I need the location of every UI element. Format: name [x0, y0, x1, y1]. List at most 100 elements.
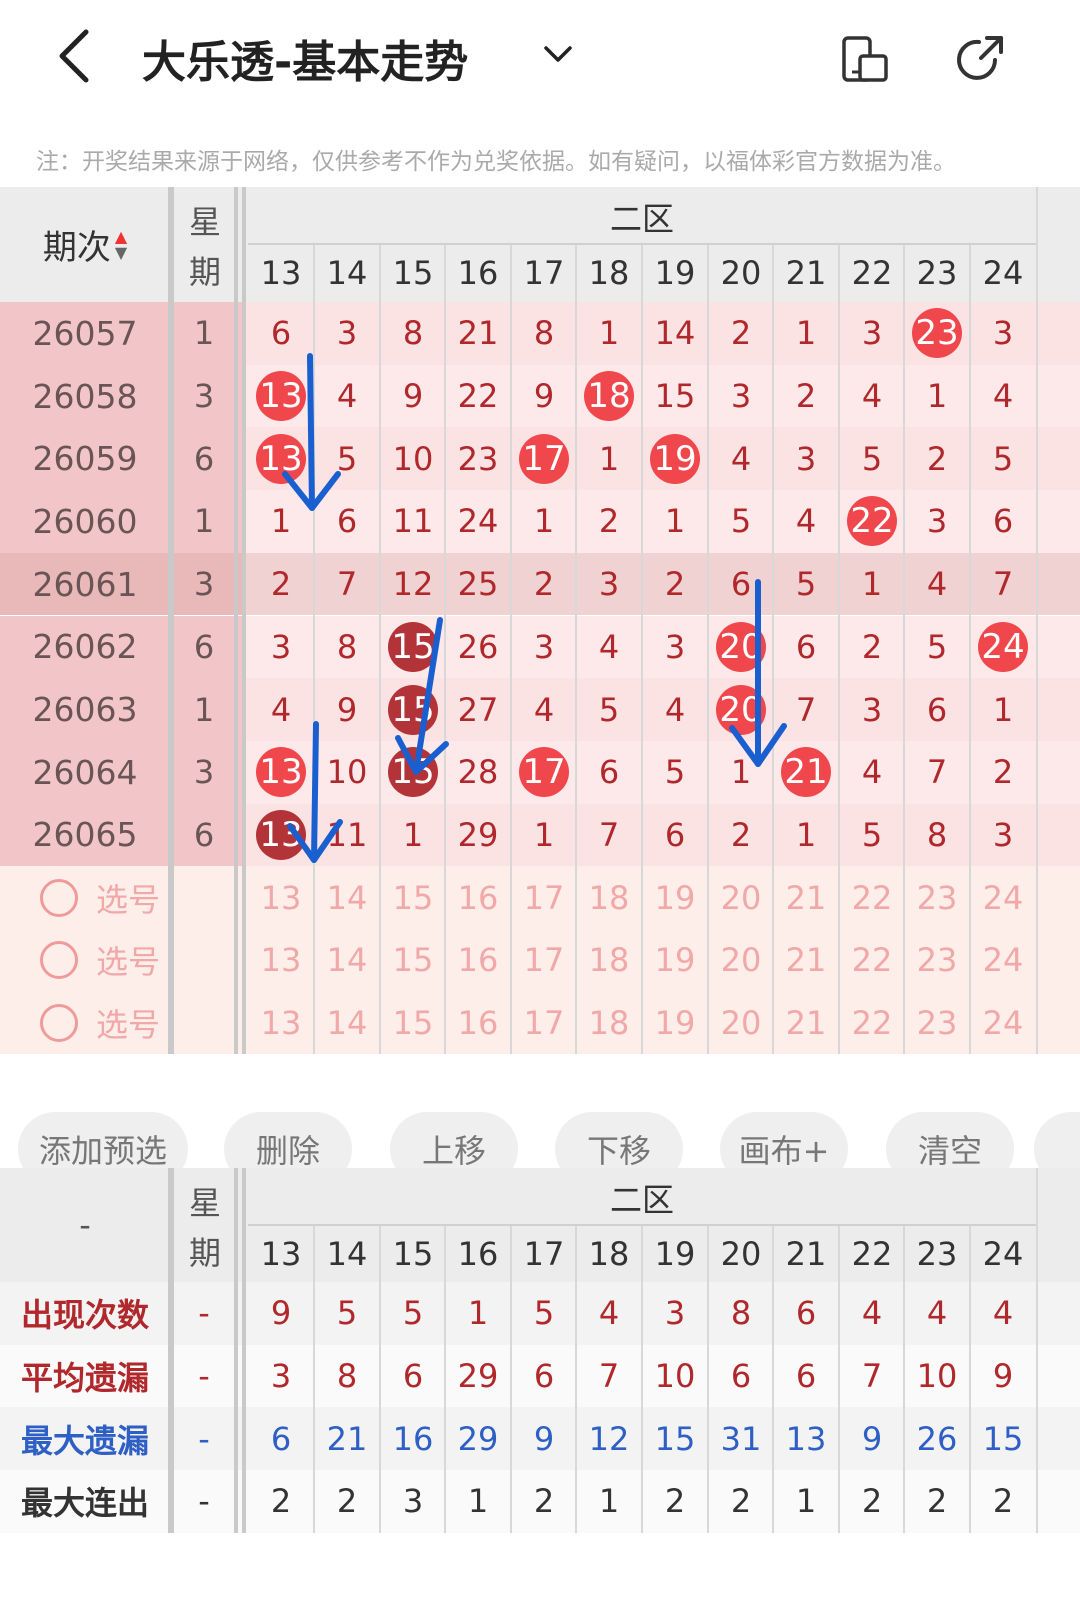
back-arrow-icon[interactable]: [50, 26, 100, 86]
pick-number-cell[interactable]: 14: [314, 992, 380, 1055]
number-column-header[interactable]: 13: [248, 245, 314, 301]
trend-cell[interactable]: 7: [773, 678, 839, 741]
trend-cell[interactable]: 4: [839, 741, 905, 804]
trend-cell[interactable]: 6: [248, 302, 314, 365]
trend-cell[interactable]: 4: [314, 365, 380, 428]
trend-cell[interactable]: 21: [445, 302, 511, 365]
trend-cell[interactable]: 20: [708, 678, 774, 741]
trend-cell[interactable]: 2: [904, 427, 970, 490]
trend-cell[interactable]: 6: [904, 678, 970, 741]
radio-circle-icon[interactable]: [40, 1004, 78, 1043]
trend-cell[interactable]: 18: [576, 365, 642, 428]
pick-number-cell[interactable]: 16: [445, 866, 511, 929]
pick-number-cell[interactable]: 23: [904, 992, 970, 1055]
trend-cell[interactable]: 2: [642, 553, 708, 616]
trend-cell[interactable]: 13: [248, 804, 314, 867]
trend-cell[interactable]: 17: [511, 741, 577, 804]
trend-cell[interactable]: 13: [248, 741, 314, 804]
number-column-header[interactable]: 21: [773, 245, 839, 301]
pick-number-cell[interactable]: 24: [970, 866, 1036, 929]
trend-cell[interactable]: 3: [839, 302, 905, 365]
trend-cell[interactable]: 4: [970, 365, 1036, 428]
trend-cell[interactable]: 6: [708, 553, 774, 616]
pick-number-cell[interactable]: 17: [511, 992, 577, 1055]
trend-cell[interactable]: 24: [970, 616, 1036, 679]
trend-cell[interactable]: 1: [511, 490, 577, 553]
trend-cell[interactable]: 1: [708, 741, 774, 804]
chevron-down-icon[interactable]: [540, 36, 576, 72]
pick-number-cell[interactable]: 20: [708, 866, 774, 929]
number-column-header[interactable]: 24: [970, 245, 1036, 301]
pick-number-cell[interactable]: 18: [576, 866, 642, 929]
trend-cell[interactable]: 1: [248, 490, 314, 553]
number-column-header[interactable]: 15: [380, 245, 446, 301]
number-column-header[interactable]: 18: [576, 245, 642, 301]
pick-number-cell[interactable]: 19: [642, 929, 708, 992]
trend-cell[interactable]: 23: [904, 302, 970, 365]
trend-cell[interactable]: 1: [511, 804, 577, 867]
trend-cell[interactable]: 5: [314, 427, 380, 490]
trend-cell[interactable]: 1: [576, 302, 642, 365]
pick-number-cell[interactable]: 13: [248, 929, 314, 992]
trend-cell[interactable]: 7: [904, 741, 970, 804]
trend-cell[interactable]: 25: [445, 553, 511, 616]
trend-cell[interactable]: 10: [314, 741, 380, 804]
pick-number-cell[interactable]: 14: [314, 866, 380, 929]
trend-cell[interactable]: 15: [380, 741, 446, 804]
trend-cell[interactable]: 2: [708, 302, 774, 365]
pick-number-cell[interactable]: 17: [511, 929, 577, 992]
trend-cell[interactable]: 7: [970, 553, 1036, 616]
trend-cell[interactable]: 6: [576, 741, 642, 804]
pick-row-selector[interactable]: 选号: [40, 992, 240, 1055]
trend-cell[interactable]: 14: [642, 302, 708, 365]
trend-cell[interactable]: 5: [839, 804, 905, 867]
pick-number-cell[interactable]: 21: [773, 929, 839, 992]
trend-cell[interactable]: 27: [445, 678, 511, 741]
pick-number-cell[interactable]: 18: [576, 992, 642, 1055]
trend-cell[interactable]: 6: [314, 490, 380, 553]
trend-cell[interactable]: 15: [380, 616, 446, 679]
trend-cell[interactable]: 2: [773, 365, 839, 428]
trend-cell[interactable]: 29: [445, 804, 511, 867]
trend-cell[interactable]: 1: [904, 365, 970, 428]
issue-column-header[interactable]: 期次 ▲ ▼: [0, 187, 170, 302]
pick-number-cell[interactable]: 22: [839, 992, 905, 1055]
trend-cell[interactable]: 2: [839, 616, 905, 679]
trend-cell[interactable]: 3: [904, 490, 970, 553]
trend-cell[interactable]: 1: [380, 804, 446, 867]
trend-cell[interactable]: 4: [773, 490, 839, 553]
trend-cell[interactable]: 21: [773, 741, 839, 804]
trend-cell[interactable]: 2: [576, 490, 642, 553]
trend-cell[interactable]: 8: [314, 616, 380, 679]
trend-cell[interactable]: 4: [248, 678, 314, 741]
radio-circle-icon[interactable]: [40, 941, 78, 980]
trend-cell[interactable]: 5: [773, 553, 839, 616]
trend-cell[interactable]: 2: [511, 553, 577, 616]
pick-number-cell[interactable]: 20: [708, 992, 774, 1055]
radio-circle-icon[interactable]: [40, 878, 78, 917]
sort-icon[interactable]: ▲ ▼: [115, 228, 127, 261]
number-column-header[interactable]: 16: [445, 245, 511, 301]
pick-number-cell[interactable]: 16: [445, 929, 511, 992]
pick-number-cell[interactable]: 19: [642, 866, 708, 929]
trend-cell[interactable]: 6: [773, 616, 839, 679]
trend-cell[interactable]: 12: [380, 553, 446, 616]
trend-cell[interactable]: 28: [445, 741, 511, 804]
trend-cell[interactable]: 1: [773, 302, 839, 365]
trend-cell[interactable]: 4: [708, 427, 774, 490]
pick-number-cell[interactable]: 15: [380, 929, 446, 992]
trend-cell[interactable]: 9: [511, 365, 577, 428]
pick-number-cell[interactable]: 24: [970, 992, 1036, 1055]
trend-cell[interactable]: 3: [511, 616, 577, 679]
trend-cell[interactable]: 22: [445, 365, 511, 428]
trend-cell[interactable]: 4: [904, 553, 970, 616]
trend-cell[interactable]: 2: [248, 553, 314, 616]
trend-cell[interactable]: 3: [576, 553, 642, 616]
pick-number-cell[interactable]: 15: [380, 992, 446, 1055]
trend-cell[interactable]: 3: [839, 678, 905, 741]
pick-number-cell[interactable]: 23: [904, 866, 970, 929]
trend-cell[interactable]: 3: [314, 302, 380, 365]
trend-cell[interactable]: 26: [445, 616, 511, 679]
number-column-header[interactable]: 14: [314, 245, 380, 301]
pick-number-cell[interactable]: 22: [839, 929, 905, 992]
